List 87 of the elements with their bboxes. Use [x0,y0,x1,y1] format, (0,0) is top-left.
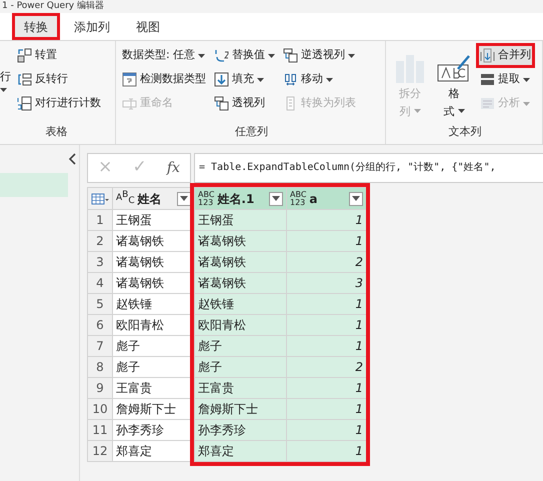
move-icon [283,72,298,87]
table-cell: 郑喜定 [194,440,286,462]
filter-dropdown-icon[interactable] [349,192,363,206]
parse-icon [480,96,495,111]
ribbon-command[interactable]: 填充 [212,69,277,90]
table-cell: 1 [286,378,366,398]
unpivot-icon [283,48,298,63]
merge-columns-icon [480,48,495,63]
formula-field[interactable]: = Table.ExpandTableColumn(分组的行, "计数", {"姓名", [194,153,543,183]
caret-icon[interactable] [326,78,333,82]
caret-icon[interactable] [198,54,206,58]
row-number: 12 [88,440,112,462]
function-button[interactable]: fx [164,158,183,178]
row-number: 11 [88,420,112,440]
count-rows-icon [17,96,32,111]
group-label: 任意列 [234,124,269,140]
ribbon-command[interactable]: 检测数据类型 [120,69,208,90]
caret-icon[interactable] [257,78,264,82]
rename-icon [122,96,137,111]
table-cell: 1 [286,336,366,356]
replace-values-icon [214,48,229,63]
ribbon-command[interactable]: 反转行 [15,69,103,90]
table-cell: 彪子 [194,356,286,378]
row-number: 6 [88,314,112,336]
table-cell: 诸葛钢铁 [194,230,286,252]
ribbon-command[interactable]: 对行进行计数 [15,93,103,114]
caret-icon[interactable] [458,109,464,114]
caret-icon[interactable] [348,54,355,58]
table-cell: 1 [286,420,366,440]
type-icon: ABC 123 [198,190,214,206]
table-cell: 詹姆斯下士 [194,398,286,420]
pivot-icon [214,96,229,111]
type-icon: ABC 123 [290,190,306,206]
ribbon-command[interactable]: 移动 [281,69,358,90]
ribbon-command[interactable]: 透视列 [212,93,277,114]
filter-dropdown-icon[interactable] [269,192,283,206]
row-number: 3 [88,252,112,272]
table-cell: 彪子 [194,336,286,356]
ribbon-command[interactable]: 逆透视列 [281,45,358,66]
table-cell: 王钢蛋 [194,210,286,230]
fill-down-icon [214,72,229,87]
row-number: 10 [88,398,112,420]
table-cell: 2 [286,356,366,378]
table-menu-icon[interactable] [91,193,109,206]
ribbon-command[interactable]: 数据类型: 任意 [120,45,208,66]
ribbon-command[interactable]: 替换值 [212,45,277,66]
reverse-rows-icon [17,72,32,87]
table-cell: 1 [286,294,366,314]
table-cell: 1 [286,230,366,252]
table-cell: 赵铁锤 [194,294,286,314]
column-header[interactable]: AB C 姓名 [112,188,194,210]
extract-icon [480,72,495,87]
ribbon-tab[interactable]: 转换 [12,13,60,40]
group-label: 文本列 [448,124,482,140]
ribbon-command[interactable]: 格式 [434,51,474,122]
table-cell: 1 [286,398,366,420]
ribbon-command[interactable]: 合并列 [478,45,533,66]
ribbon-command[interactable]: 转置 [15,45,103,66]
table-cell: 1 [286,314,366,336]
table-cell: 2 [286,252,366,272]
transpose-icon [17,48,32,63]
row-number: 9 [88,378,112,398]
table-cell: 郑喜定 [112,440,194,462]
table-cell: 诸葛钢铁 [194,272,286,294]
row-number: 5 [88,294,112,314]
ribbon-command[interactable]: 行 [0,45,11,92]
filter-dropdown-icon[interactable] [177,192,191,206]
detect-type-icon [122,72,137,87]
row-number: 8 [88,356,112,378]
table-cell: 1 [286,210,366,230]
caret-icon[interactable] [0,88,7,92]
row-number: 1 [88,210,112,230]
table-cell: 孙李秀珍 [194,420,286,440]
group-label: 表格 [44,124,68,140]
window-title: 1 - Power Query 编辑器 [1,0,105,13]
table-cell: 1 [286,440,366,462]
ribbon-command[interactable]: 提取 [478,69,533,90]
row-number: 7 [88,336,112,356]
row-number: 4 [88,272,112,294]
table-cell: 王富贵 [194,378,286,398]
caret-icon[interactable] [523,78,530,82]
table-cell: 3 [286,272,366,294]
collapse-icon[interactable] [68,153,76,165]
row-number: 2 [88,230,112,252]
table-cell: 欧阳青松 [194,314,286,336]
caret-icon[interactable] [268,54,275,58]
table-cell: 诸葛钢铁 [194,252,286,272]
